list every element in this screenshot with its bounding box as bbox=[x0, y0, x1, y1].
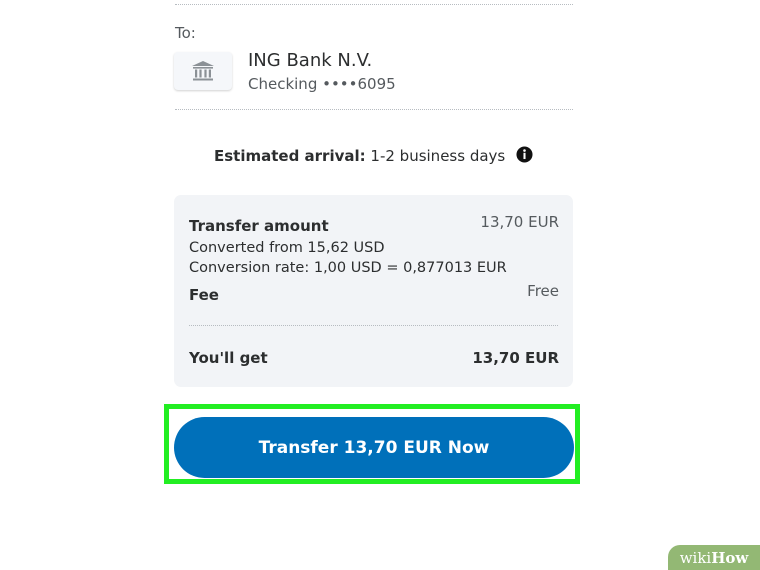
fee-label: Fee bbox=[189, 286, 219, 304]
bank-logo bbox=[174, 52, 232, 90]
arrival-value: 1-2 business days bbox=[370, 147, 506, 165]
transfer-amount-label: Transfer amount bbox=[189, 217, 329, 235]
estimated-arrival: Estimated arrival: 1-2 business days bbox=[0, 146, 747, 165]
wikihow-watermark: wiki How bbox=[668, 545, 760, 570]
bank-account: Checking ••••6095 bbox=[248, 75, 396, 93]
summary-divider bbox=[189, 325, 558, 326]
transfer-amount-value: 13,70 EUR bbox=[480, 213, 559, 231]
arrival-label: Estimated arrival: bbox=[213, 147, 366, 165]
transfer-now-button[interactable]: Transfer 13,70 EUR Now bbox=[174, 417, 574, 478]
info-icon[interactable] bbox=[516, 146, 533, 163]
you-get-label: You'll get bbox=[189, 349, 268, 367]
transfer-summary: Transfer amount 13,70 EUR Converted from… bbox=[174, 195, 573, 387]
converted-from-text: Converted from 15,62 USD bbox=[189, 240, 385, 256]
top-divider bbox=[175, 4, 573, 5]
bank-name: ING Bank N.V. bbox=[248, 50, 373, 71]
to-label: To: bbox=[175, 24, 196, 42]
recipient-divider bbox=[175, 109, 573, 110]
conversion-rate-text: Conversion rate: 1,00 USD = 0,877013 EUR bbox=[189, 260, 507, 276]
watermark-wiki: wiki bbox=[679, 548, 712, 567]
you-get-value: 13,70 EUR bbox=[472, 349, 559, 367]
fee-value: Free bbox=[527, 282, 559, 300]
watermark-how: How bbox=[711, 548, 749, 567]
bank-building-icon bbox=[192, 61, 214, 81]
